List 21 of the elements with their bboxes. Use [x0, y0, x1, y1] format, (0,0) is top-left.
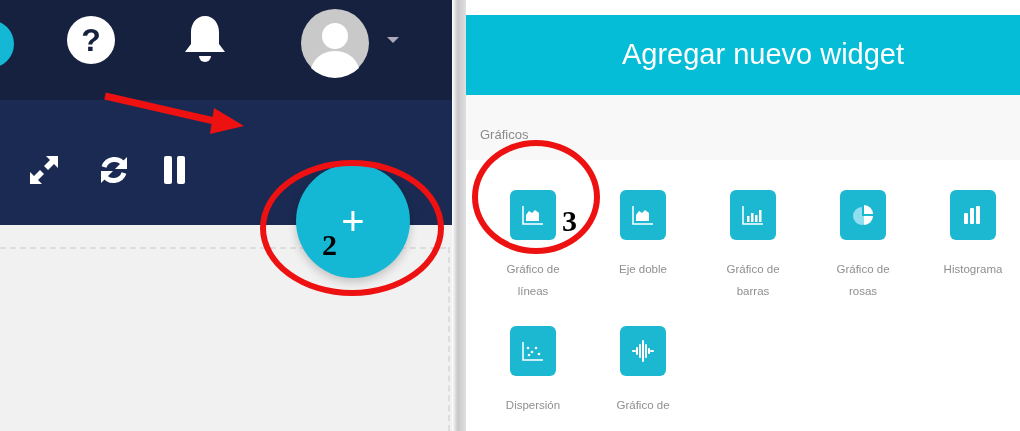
widget-option[interactable]: Gráfico de — [588, 326, 698, 416]
notification-bell-icon[interactable] — [183, 14, 227, 64]
area-chart-icon — [630, 203, 656, 227]
help-button[interactable]: ? — [67, 16, 115, 64]
widget-option[interactable]: Histograma — [918, 190, 1020, 302]
bar-chart-icon — [740, 203, 766, 227]
caret-icon[interactable] — [386, 36, 400, 44]
widget-option[interactable]: Gráfico de barras — [698, 190, 808, 302]
widget-option[interactable]: Eje doble — [588, 190, 698, 302]
widget-option[interactable]: Gráfico de rosas — [808, 190, 918, 302]
annotation-number: 3 — [562, 206, 577, 236]
area-chart-icon — [520, 203, 546, 227]
section-heading: Gráficos — [480, 127, 529, 142]
pie-chart-icon — [850, 203, 876, 227]
pause-icon[interactable] — [164, 156, 186, 184]
widget-option[interactable]: Dispersión — [478, 326, 588, 416]
scatter-chart-icon — [520, 339, 546, 363]
waveform-icon — [630, 339, 656, 363]
annotation-number: 2 — [322, 230, 337, 260]
dialog-title: Agregar nuevo widget — [621, 37, 905, 73]
user-avatar[interactable] — [300, 8, 370, 78]
